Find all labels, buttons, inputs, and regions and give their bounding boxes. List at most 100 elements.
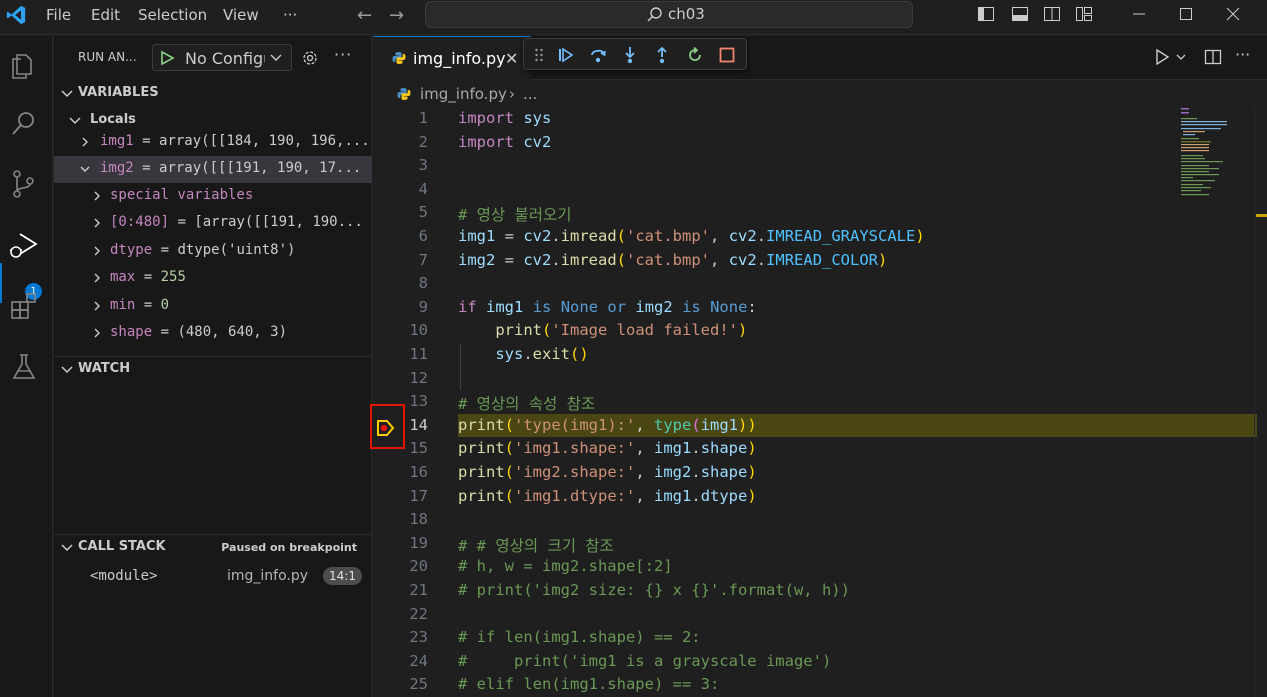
variable-row-dtype[interactable]: dtype = dtype('uint8') (54, 238, 372, 265)
split-editor-icon[interactable] (1204, 48, 1222, 66)
start-debug-icon[interactable] (159, 50, 175, 66)
toggle-primary-sidebar-icon[interactable] (977, 5, 995, 23)
command-center-search[interactable]: ch03 (425, 1, 913, 28)
line-number: 7 (418, 250, 428, 269)
chevron-down-icon (80, 166, 90, 172)
chevron-right-icon (94, 273, 100, 283)
editor-more-icon[interactable]: ··· (1235, 45, 1259, 64)
title-bar: File Edit Selection View ··· ← → ch03 (0, 0, 1267, 35)
menu-edit[interactable]: Edit (91, 6, 120, 24)
minimap[interactable] (1179, 106, 1239, 206)
menu-more[interactable]: ··· (283, 6, 297, 24)
code-editor[interactable]: 1 import sys 2 import cv2 3 4 5 # 영상 불러오기 6… (373, 107, 1267, 697)
variable-row-img1[interactable]: img1 = array([[184, 190, 196,... (54, 129, 372, 156)
variable-value: array([[[191, 190, 17... (159, 160, 362, 176)
paused-status: Paused on breakpoint (221, 541, 357, 554)
code-line: 25 # elif len(img1.shape) == 3: (373, 673, 1173, 697)
step-over-icon[interactable] (589, 46, 607, 64)
locals-label: Locals (90, 112, 136, 127)
chevron-down-icon[interactable] (1175, 48, 1187, 66)
variable-name: [0:480] (110, 214, 170, 230)
variable-value: (480, 640, 3) (177, 324, 288, 340)
activity-bar: 1 (0, 36, 53, 697)
call-stack-section-header[interactable]: CALL STACK Paused on breakpoint (54, 537, 372, 559)
line-number: 18 (409, 510, 428, 529)
frame-name: <module> (90, 568, 158, 584)
explorer-icon[interactable] (9, 50, 39, 80)
continue-icon[interactable] (557, 46, 575, 64)
line-number: 22 (409, 604, 428, 623)
variable-row-img2[interactable]: img2 = array([[[191, 190, 17... (54, 156, 372, 183)
line-number: 9 (418, 297, 428, 316)
minimize-icon[interactable] (1129, 4, 1149, 24)
maximize-icon[interactable] (1176, 4, 1196, 24)
call-stack-frame[interactable]: <module> img_info.py 14:1 (54, 565, 372, 589)
variable-row-shape[interactable]: shape = (480, 640, 3) (54, 320, 372, 347)
close-window-icon[interactable] (1223, 4, 1243, 24)
menu-file[interactable]: File (46, 6, 71, 24)
vscode-logo-icon[interactable] (5, 4, 27, 26)
code-line: 24 # print('img1 is a grayscale image') (373, 650, 1173, 674)
watch-section-header[interactable]: WATCH (54, 359, 372, 381)
variable-name: max (110, 269, 136, 285)
line-number: 2 (418, 132, 428, 151)
run-debug-icon[interactable] (9, 230, 39, 260)
current-execution-arrow-icon[interactable] (375, 418, 397, 438)
code-line: 15 print('img1.shape:', img1.shape) (373, 437, 1173, 461)
more-actions-icon[interactable]: ··· (334, 45, 352, 64)
variable-value: array([[184, 190, 196,... (159, 133, 370, 149)
frame-file: img_info.py (227, 568, 309, 584)
line-number: 4 (418, 179, 428, 198)
vertical-scrollbar[interactable] (1254, 106, 1267, 697)
variable-row-max[interactable]: max = 255 (54, 265, 372, 292)
menu-selection[interactable]: Selection (138, 6, 207, 24)
code-line: 13 # 영상의 속성 참조 (373, 390, 1173, 414)
search-icon (647, 7, 662, 22)
customize-layout-icon[interactable] (1075, 5, 1093, 23)
testing-icon[interactable] (9, 352, 39, 382)
chevron-right-icon (94, 191, 100, 201)
close-tab-icon[interactable]: ✕ (505, 49, 518, 68)
extensions-icon[interactable] (9, 291, 39, 321)
forward-arrow-icon[interactable]: → (389, 5, 404, 26)
code-line: 10 print('Image load failed!') (373, 319, 1173, 343)
variable-row-slice[interactable]: [0:480] = [array([[191, 190... (54, 210, 372, 237)
chevron-right-icon (94, 218, 100, 228)
source-control-icon[interactable] (9, 169, 39, 199)
step-out-icon[interactable] (653, 46, 671, 64)
variable-row-special-variables[interactable]: special variables (54, 183, 372, 210)
variable-name: img1 (100, 133, 134, 149)
line-number: 10 (409, 321, 428, 340)
variable-name: shape (110, 324, 153, 340)
line-number: 1 (418, 109, 428, 127)
breadcrumb-file[interactable]: img_info.py (420, 85, 507, 103)
code-line: 9 if img1 is None or img2 is None: (373, 296, 1173, 320)
gear-icon[interactable] (301, 49, 319, 67)
section-divider (54, 534, 372, 535)
command-center-text: ch03 (668, 5, 705, 23)
drag-grip-icon[interactable] (534, 48, 544, 62)
variable-row-min[interactable]: min = 0 (54, 293, 372, 320)
code-line: 18 (373, 508, 1173, 532)
variable-value: 0 (160, 297, 170, 313)
launch-config-dropdown[interactable]: No Configu (152, 44, 292, 71)
tab-img-info[interactable]: img_info.py ✕ (373, 36, 531, 80)
back-arrow-icon[interactable]: ← (357, 5, 372, 26)
step-into-icon[interactable] (621, 46, 639, 64)
breadcrumb-symbols[interactable]: ... (523, 85, 537, 103)
code-line: 11 sys.exit() (373, 343, 1173, 367)
toggle-panel-icon[interactable] (1011, 5, 1029, 23)
search-icon[interactable] (9, 108, 39, 138)
variables-section-header[interactable]: VARIABLES (54, 83, 372, 105)
toggle-secondary-sidebar-icon[interactable] (1043, 5, 1061, 23)
menu-view[interactable]: View (223, 6, 259, 24)
restart-icon[interactable] (686, 46, 704, 64)
run-python-file-icon[interactable] (1153, 48, 1171, 66)
code-line: 19 # # 영상의 크기 참조 (373, 532, 1173, 556)
variable-value: dtype('uint8') (177, 242, 296, 258)
code-line: 12 (373, 367, 1173, 391)
stop-icon[interactable] (718, 46, 736, 64)
chevron-right-icon (94, 246, 100, 256)
chevron-down-icon (61, 544, 73, 552)
line-number: 23 (409, 628, 428, 647)
